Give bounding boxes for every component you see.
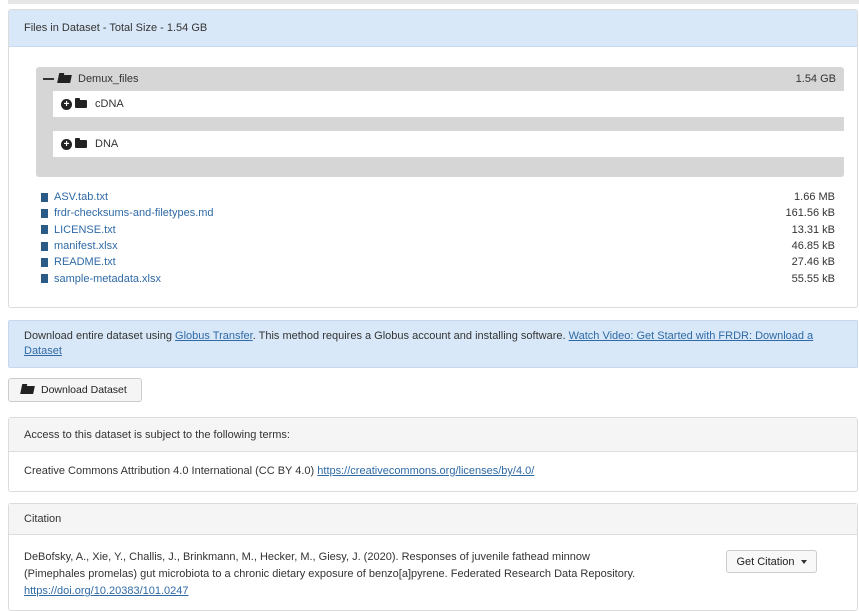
collapse-icon[interactable] bbox=[43, 78, 54, 80]
globus-alert: Download entire dataset using Globus Tra… bbox=[8, 320, 858, 368]
license-text: Creative Commons Attribution 4.0 Interna… bbox=[24, 465, 318, 477]
file-size: 55.55 kB bbox=[791, 272, 835, 285]
folder-name: cDNA bbox=[95, 98, 124, 110]
citation-heading: Citation bbox=[9, 504, 857, 535]
file-row: README.txt 27.46 kB bbox=[41, 254, 835, 270]
file-link[interactable]: ASV.tab.txt bbox=[54, 191, 108, 203]
citation-panel: Citation DeBofsky, A., Xie, Y., Challis,… bbox=[8, 503, 858, 611]
folder-open-icon bbox=[57, 75, 72, 83]
folder-tree: Demux_files 1.54 GB + cDNA + DNA bbox=[36, 67, 844, 177]
globus-prefix: Download entire dataset using bbox=[24, 330, 176, 342]
file-list: ASV.tab.txt 1.66 MB frdr-checksums-and-f… bbox=[41, 189, 835, 287]
file-link[interactable]: sample-metadata.xlsx bbox=[54, 273, 161, 285]
file-row: frdr-checksums-and-filetypes.md 161.56 k… bbox=[41, 205, 835, 221]
file-icon bbox=[41, 241, 48, 251]
file-icon bbox=[41, 208, 48, 218]
terms-panel: Access to this dataset is subject to the… bbox=[8, 417, 858, 492]
folder-row-cdna[interactable]: + cDNA bbox=[53, 91, 844, 117]
expand-plus-icon[interactable]: + bbox=[61, 138, 72, 150]
file-size: 27.46 kB bbox=[791, 256, 835, 269]
folder-name: Demux_files bbox=[78, 73, 139, 85]
file-link[interactable]: manifest.xlsx bbox=[54, 240, 118, 252]
folder-size: 1.54 GB bbox=[795, 73, 836, 85]
file-size: 1.66 MB bbox=[794, 191, 835, 204]
top-divider bbox=[8, 0, 859, 4]
terms-body: Creative Commons Attribution 4.0 Interna… bbox=[9, 452, 857, 490]
terms-heading: Access to this dataset is subject to the… bbox=[9, 418, 857, 452]
file-row: manifest.xlsx 46.85 kB bbox=[41, 238, 835, 254]
citation-line-2: (Pimephales promelas) gut microbiota to … bbox=[24, 568, 636, 580]
folder-name: DNA bbox=[95, 138, 119, 150]
download-dataset-label: Download Dataset bbox=[41, 384, 127, 396]
expand-plus-icon[interactable]: + bbox=[61, 98, 72, 110]
files-panel-heading: Files in Dataset - Total Size - 1.54 GB bbox=[9, 10, 857, 47]
doi-link[interactable]: https://doi.org/10.20383/101.0247 bbox=[24, 585, 189, 597]
file-link[interactable]: LICENSE.txt bbox=[54, 224, 116, 236]
get-citation-label: Get Citation bbox=[736, 555, 795, 568]
file-size: 13.31 kB bbox=[791, 223, 835, 236]
globus-transfer-link[interactable]: Globus Transfer bbox=[175, 330, 253, 342]
citation-line-1: DeBofsky, A., Xie, Y., Challis, J., Brin… bbox=[24, 551, 590, 563]
caret-down-icon bbox=[800, 559, 807, 564]
citation-text: DeBofsky, A., Xie, Y., Challis, J., Brin… bbox=[24, 549, 714, 600]
file-icon bbox=[41, 225, 48, 235]
file-link[interactable]: frdr-checksums-and-filetypes.md bbox=[54, 207, 214, 219]
file-size: 161.56 kB bbox=[785, 207, 835, 220]
file-icon bbox=[41, 257, 48, 267]
license-link[interactable]: https://creativecommons.org/licenses/by/… bbox=[317, 465, 534, 477]
file-icon bbox=[41, 192, 48, 202]
globus-middle: . This method requires a Globus account … bbox=[252, 330, 569, 342]
download-dataset-button[interactable]: Download Dataset bbox=[8, 378, 142, 402]
folder-icon bbox=[75, 98, 87, 108]
folder-open-icon bbox=[20, 386, 35, 394]
file-row: sample-metadata.xlsx 55.55 kB bbox=[41, 270, 835, 286]
file-row: LICENSE.txt 13.31 kB bbox=[41, 222, 835, 238]
get-citation-button[interactable]: Get Citation bbox=[726, 550, 817, 573]
folder-row-dna[interactable]: + DNA bbox=[53, 131, 844, 157]
folder-row-demux[interactable]: Demux_files 1.54 GB bbox=[43, 71, 836, 87]
files-panel: Files in Dataset - Total Size - 1.54 GB … bbox=[8, 9, 858, 308]
file-icon bbox=[41, 274, 48, 284]
folder-icon bbox=[75, 138, 87, 148]
file-row: ASV.tab.txt 1.66 MB bbox=[41, 189, 835, 205]
file-link[interactable]: README.txt bbox=[54, 256, 116, 268]
file-size: 46.85 kB bbox=[791, 240, 835, 253]
